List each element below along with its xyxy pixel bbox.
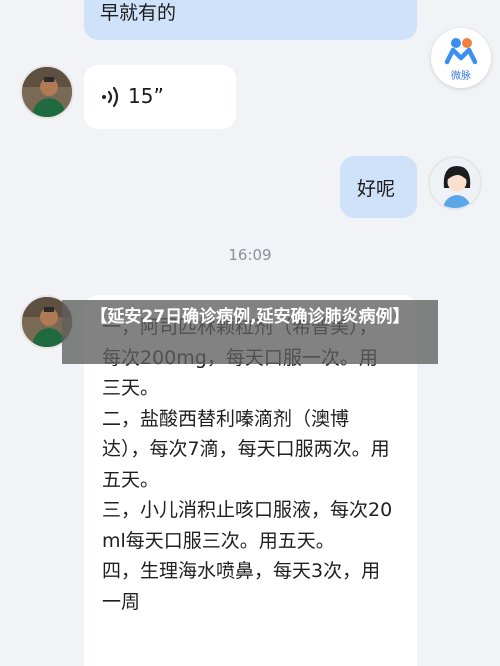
outgoing-message-bubble-2[interactable]: 好呢	[340, 156, 417, 218]
doctor-avatar[interactable]	[20, 65, 74, 119]
user-avatar[interactable]	[428, 156, 482, 210]
voice-duration: 15”	[128, 84, 164, 108]
person-avatar-icon	[22, 67, 72, 117]
outgoing-message-text-2: 好呢	[357, 178, 396, 200]
app-badge-label: 微脉	[451, 71, 471, 82]
app-badge[interactable]: 微脉	[431, 28, 491, 88]
message-timestamp: 16:09	[228, 246, 272, 264]
person-avatar-icon	[430, 158, 480, 208]
voice-icon	[102, 86, 119, 108]
news-title-banner: 【延安27日确诊病例,延安确诊肺炎病例】	[62, 300, 438, 364]
voice-message-bubble[interactable]: 15”	[84, 65, 236, 129]
outgoing-message-text-1: 早就有的	[100, 2, 177, 24]
weibo-logo-icon	[444, 38, 478, 65]
outgoing-message-bubble-1[interactable]: 早就有的	[84, 0, 417, 40]
